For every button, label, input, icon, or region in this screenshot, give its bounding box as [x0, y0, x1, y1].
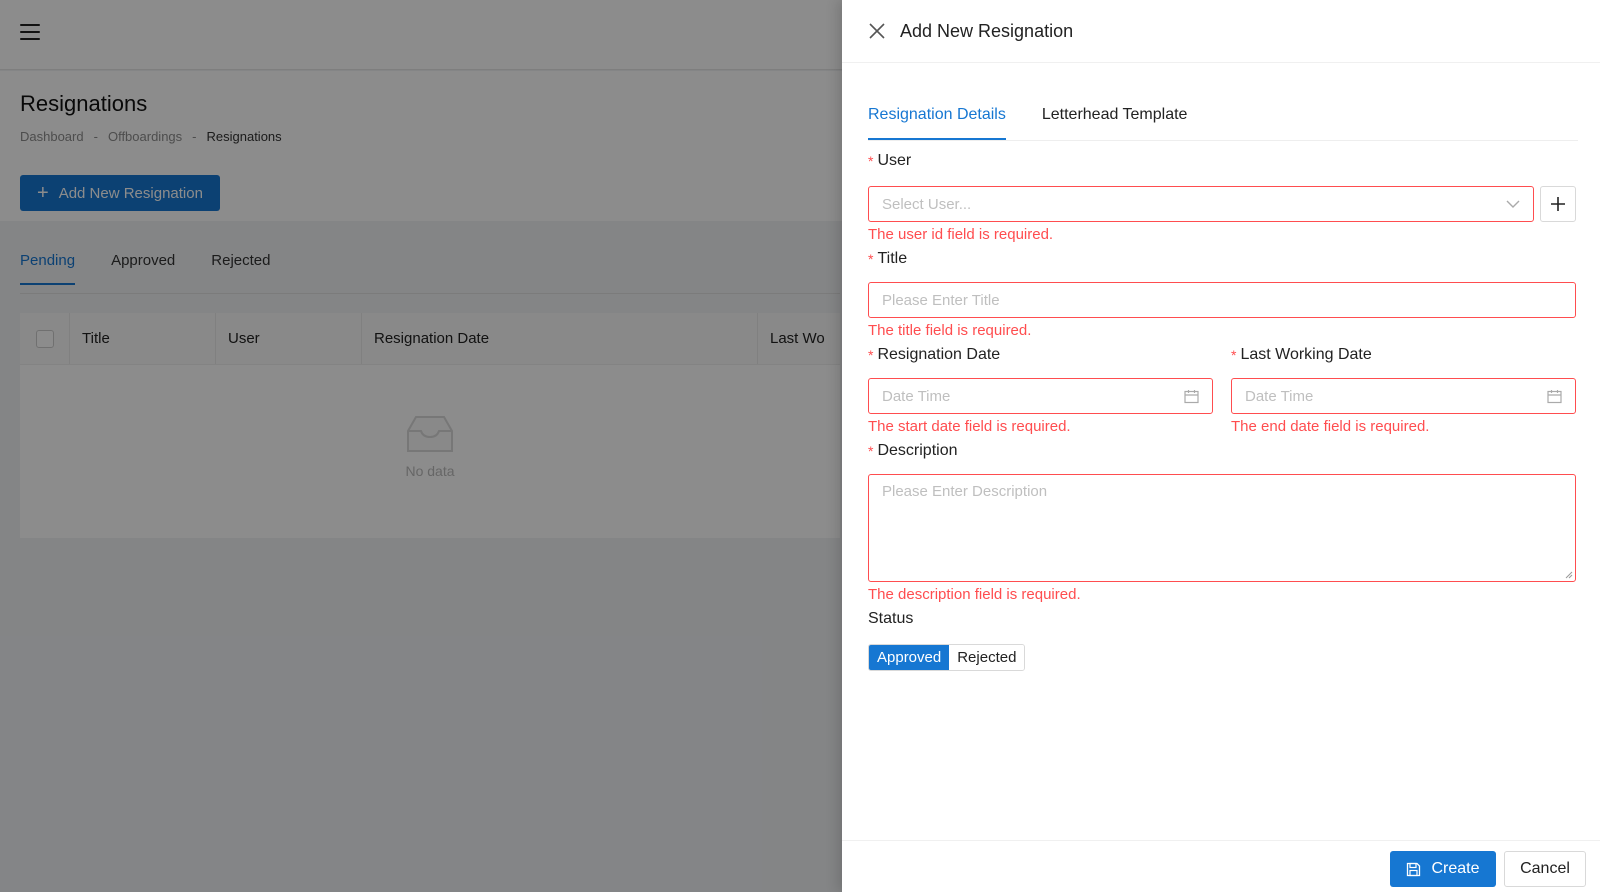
- date-row: * Resignation Date Date Time The start d…: [868, 344, 1576, 438]
- calendar-icon: [1547, 389, 1562, 403]
- user-error: The user id field is required.: [868, 226, 1054, 243]
- description-label-text: Description: [877, 442, 958, 459]
- create-button[interactable]: Create: [1390, 851, 1496, 887]
- drawer-footer: Create Cancel: [842, 840, 1600, 892]
- close-icon[interactable]: [868, 22, 886, 40]
- last-working-date-col: * Last Working Date Date Time The end da…: [1231, 344, 1576, 438]
- title-input-placeholder: Please Enter Title: [882, 291, 1000, 309]
- resignation-date-input[interactable]: Date Time: [868, 378, 1213, 414]
- status-toggle: Approved Rejected: [868, 644, 1026, 671]
- description-error: The description field is required.: [868, 586, 1081, 603]
- last-working-date-error: The end date field is required.: [1231, 418, 1430, 435]
- user-label-text: User: [877, 152, 912, 169]
- drawer-tabs: Resignation Details Letterhead Template: [868, 100, 1578, 141]
- title-label: * Title: [868, 248, 1576, 270]
- add-resignation-drawer: Add New Resignation Resignation Details …: [842, 0, 1600, 892]
- resignation-date-placeholder: Date Time: [882, 387, 951, 405]
- user-select-placeholder: Select User...: [882, 195, 972, 213]
- required-mark: *: [868, 443, 874, 459]
- tab-letterhead-template[interactable]: Letterhead Template: [1042, 100, 1188, 140]
- description-textarea[interactable]: Please Enter Description: [868, 474, 1576, 582]
- title-error: The title field is required.: [868, 322, 1032, 339]
- chevron-down-icon: [1506, 200, 1520, 208]
- last-working-date-label: * Last Working Date: [1231, 344, 1576, 366]
- drawer-header: Add New Resignation: [842, 0, 1600, 63]
- cancel-button[interactable]: Cancel: [1504, 851, 1586, 887]
- save-icon: [1407, 862, 1421, 876]
- last-working-date-placeholder: Date Time: [1245, 387, 1314, 405]
- user-select[interactable]: Select User...: [868, 186, 1534, 222]
- required-mark: *: [1231, 347, 1237, 363]
- user-select-row: Select User...: [868, 186, 1576, 222]
- resignation-date-error: The start date field is required.: [868, 418, 1071, 435]
- description-label: * Description: [868, 440, 1576, 462]
- title-input[interactable]: Please Enter Title: [868, 282, 1576, 318]
- status-label: Status: [868, 610, 914, 627]
- resignation-form: * User Select User... The user id field …: [868, 150, 1576, 671]
- user-label: * User: [868, 150, 1576, 172]
- status-approved-button[interactable]: Approved: [869, 645, 950, 670]
- resignation-date-label-text: Resignation Date: [877, 346, 1001, 363]
- plus-icon: [1551, 197, 1565, 211]
- calendar-icon: [1184, 389, 1199, 403]
- title-label-text: Title: [877, 250, 908, 267]
- status-rejected-button[interactable]: Rejected: [949, 645, 1025, 670]
- resignation-date-label: * Resignation Date: [868, 344, 1213, 366]
- add-user-button[interactable]: [1540, 186, 1576, 222]
- required-mark: *: [868, 251, 874, 267]
- last-working-date-input[interactable]: Date Time: [1231, 378, 1576, 414]
- description-placeholder: Please Enter Description: [882, 483, 1048, 500]
- last-working-date-label-text: Last Working Date: [1240, 346, 1372, 363]
- required-mark: *: [868, 347, 874, 363]
- resignation-date-col: * Resignation Date Date Time The start d…: [868, 344, 1213, 438]
- drawer-title: Add New Resignation: [900, 20, 1074, 41]
- tab-resignation-details[interactable]: Resignation Details: [868, 100, 1006, 140]
- required-mark: *: [868, 153, 874, 169]
- create-button-label: Create: [1431, 860, 1480, 877]
- resize-handle-icon[interactable]: [1565, 571, 1573, 579]
